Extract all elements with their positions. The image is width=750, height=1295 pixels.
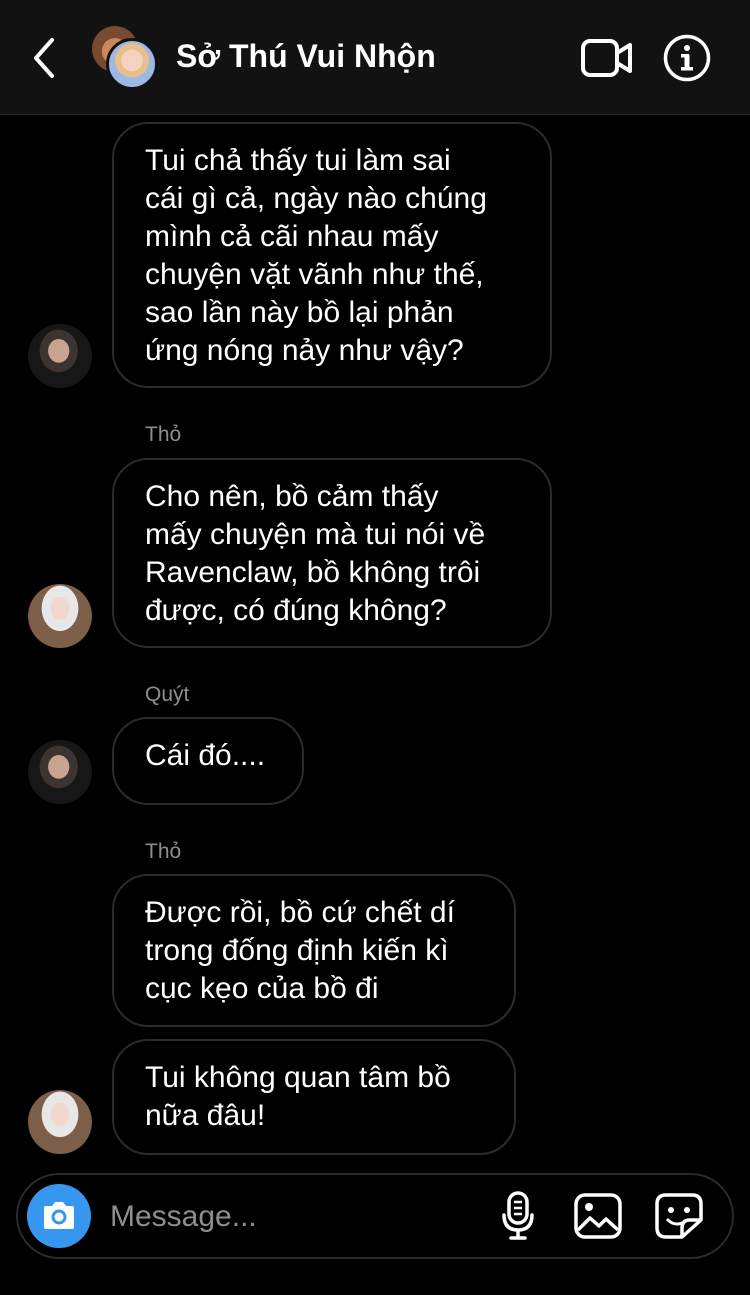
sender-name: Quýt: [145, 683, 190, 706]
message-line: Cho nên, bồ cảm thấy: [145, 480, 439, 513]
info-icon: [663, 34, 711, 82]
sticker-button[interactable]: [654, 1192, 704, 1240]
back-button[interactable]: [30, 36, 60, 80]
avatar[interactable]: [28, 740, 92, 804]
microphone-icon: [502, 1191, 534, 1240]
avatar[interactable]: [28, 584, 92, 648]
message-line: Được rồi, bồ cứ chết dí: [145, 896, 455, 929]
message-line: được, có đúng không?: [145, 594, 447, 627]
message-bubble[interactable]: Cái đó....: [112, 717, 304, 805]
message-bubble[interactable]: Được rồi, bồ cứ chết dí trong đống định …: [112, 874, 516, 1027]
sender-name: Thỏ: [145, 423, 182, 446]
message-line: Ravenclaw, bồ không trôi: [145, 556, 481, 589]
message-line: Cái đó....: [145, 739, 266, 772]
voice-message-button[interactable]: [501, 1191, 535, 1241]
message-line: sao lần này bồ lại phản: [145, 296, 454, 329]
message-line: chuyện vặt vãnh như thế,: [145, 258, 484, 291]
message-input[interactable]: [108, 1193, 482, 1241]
message-line: nữa đâu!: [145, 1099, 266, 1132]
message-bubble[interactable]: Tui chả thấy tui làm sai cái gì cả, ngày…: [112, 122, 552, 388]
info-button[interactable]: [662, 33, 712, 83]
sticker-icon: [655, 1193, 703, 1239]
chat-title[interactable]: Sở Thú Vui Nhộn: [176, 38, 436, 75]
chat-header: Sở Thú Vui Nhộn: [0, 0, 750, 115]
sender-name: Thỏ: [145, 840, 182, 863]
message-bubble[interactable]: Tui không quan tâm bồ nữa đâu!: [112, 1039, 516, 1155]
message-thread[interactable]: Tui chả thấy tui làm sai cái gì cả, ngày…: [0, 115, 750, 1170]
avatar[interactable]: [28, 1090, 92, 1154]
message-composer: [16, 1173, 734, 1259]
gallery-button[interactable]: [573, 1192, 623, 1240]
message-line: cái gì cả, ngày nào chúng: [145, 182, 487, 215]
image-gallery-icon: [574, 1193, 622, 1239]
member-avatar-front: [106, 38, 158, 90]
avatar[interactable]: [28, 324, 92, 388]
message-line: trong đống định kiến kì: [145, 934, 449, 967]
message-line: mấy chuyện mà tui nói về: [145, 518, 486, 551]
group-avatar[interactable]: [92, 26, 158, 92]
message-line: Tui không quan tâm bồ: [145, 1061, 451, 1094]
message-line: Tui chả thấy tui làm sai: [145, 144, 451, 177]
message-line: mình cả cãi nhau mấy: [145, 220, 439, 253]
video-camera-icon: [581, 39, 632, 77]
message-line: cục kẹo của bồ đi: [145, 972, 379, 1005]
camera-icon: [44, 1202, 74, 1229]
chevron-left-icon: [34, 38, 54, 78]
message-line: ứng nóng nảy như vậy?: [145, 334, 464, 367]
camera-button[interactable]: [27, 1184, 91, 1248]
message-bubble[interactable]: Cho nên, bồ cảm thấy mấy chuyện mà tui n…: [112, 458, 552, 648]
video-call-button[interactable]: [580, 38, 634, 78]
